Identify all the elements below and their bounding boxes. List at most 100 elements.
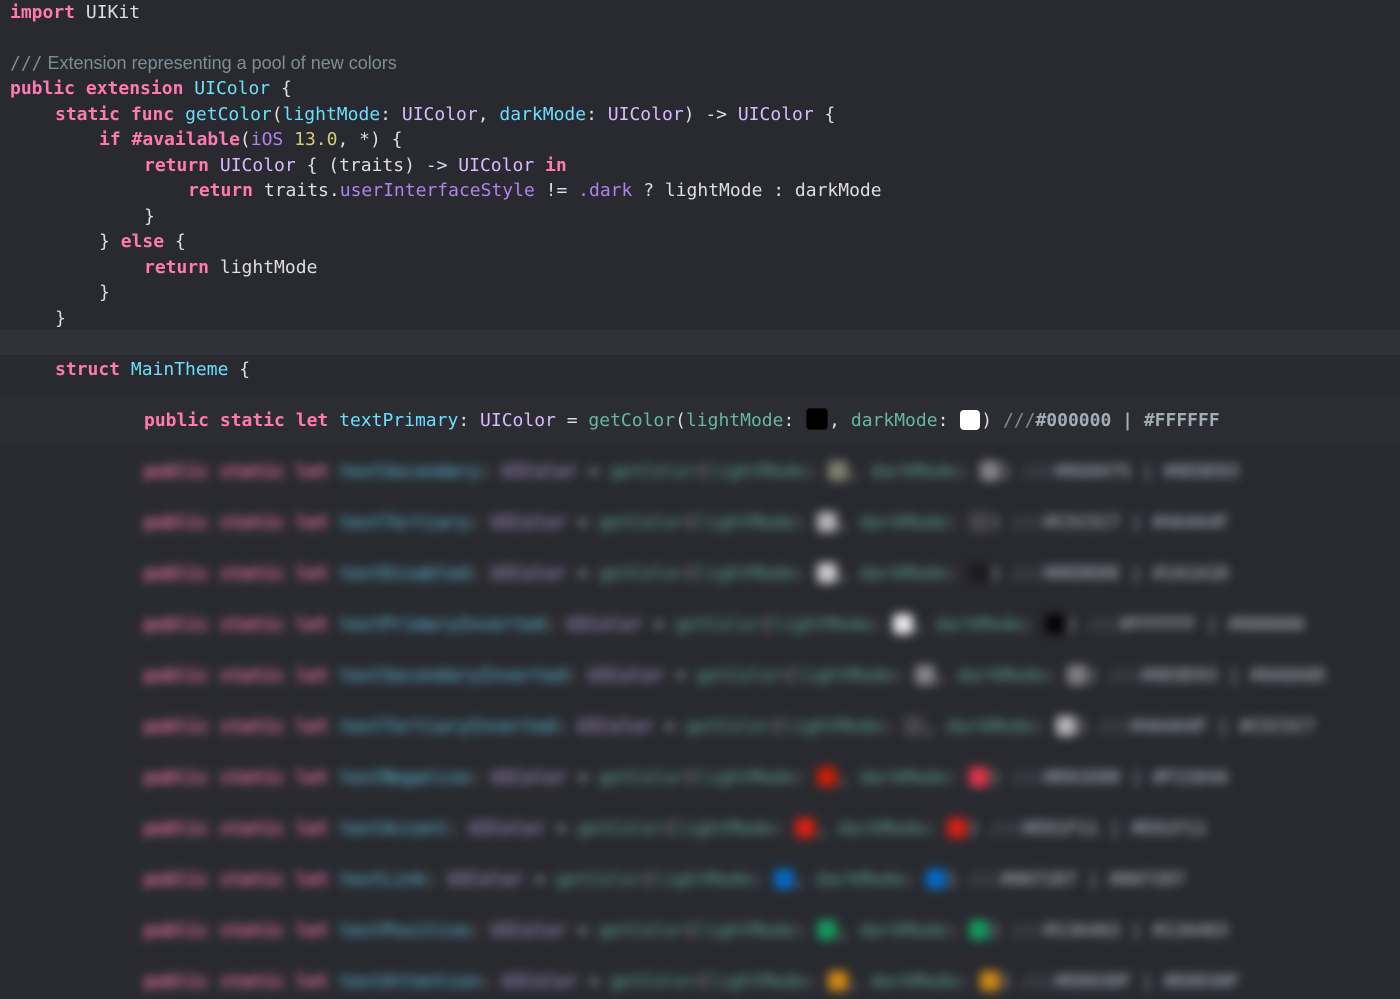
color-literal-swatch-light bbox=[827, 971, 848, 991]
code-line-else[interactable]: } else { bbox=[99, 229, 1400, 255]
color-literal-swatch-light[interactable] bbox=[806, 408, 829, 430]
keyword-static: static bbox=[219, 818, 285, 839]
code-line-return-ternary[interactable]: return traits.userInterfaceStyle != .dar… bbox=[188, 178, 1400, 204]
code-line-textTertiaryInverted: public static let textTertiaryInverted: … bbox=[144, 716, 1316, 737]
code-line-textSecondaryInverted: public static let textSecondaryInverted:… bbox=[144, 665, 1327, 686]
closure-signature: { (traits) -> bbox=[295, 155, 459, 176]
comment-light-hex: #0072D7 bbox=[1000, 869, 1077, 890]
param-type: UIColor bbox=[401, 104, 478, 125]
color-literal-swatch-light bbox=[817, 563, 837, 583]
comment-marker: /// bbox=[1011, 767, 1045, 788]
code-line-return-light[interactable]: return lightMode bbox=[144, 255, 1400, 281]
color-literal-swatch-light bbox=[914, 665, 935, 685]
keyword-let: let bbox=[295, 563, 329, 584]
color-literal-swatch-light bbox=[773, 869, 794, 889]
argument-label-dark-mode: darkMode bbox=[870, 971, 958, 992]
version-number: 13.0 bbox=[294, 129, 338, 150]
type-name: UIColor bbox=[480, 410, 556, 431]
brace: { bbox=[813, 104, 836, 125]
code-line-import[interactable]: import UIKit bbox=[10, 0, 1400, 26]
type-name: UIColor bbox=[501, 971, 578, 992]
comment-light-hex: #C5C5C7 bbox=[1044, 512, 1121, 533]
property-name: textNegative bbox=[339, 767, 470, 788]
type-name: UIColor bbox=[490, 920, 567, 941]
keyword-static: static bbox=[219, 614, 285, 635]
argument-label-dark-mode: darkMode bbox=[859, 563, 947, 584]
keyword-let: let bbox=[295, 818, 329, 839]
function-call: getColor bbox=[599, 767, 686, 788]
argument-label-dark-mode: darkMode bbox=[816, 869, 904, 890]
type-name: UIColor bbox=[490, 512, 567, 533]
platform-name: iOS bbox=[250, 129, 284, 150]
code-line-if-available[interactable]: if #available(iOS 13.0, *) { bbox=[99, 127, 1400, 153]
comment-light-hex: #E81F11 bbox=[1022, 818, 1099, 839]
code-line-close-brace[interactable]: } bbox=[55, 306, 1400, 332]
keyword-available: #available bbox=[131, 129, 240, 150]
function-call: getColor bbox=[555, 869, 643, 890]
keyword-let: let bbox=[295, 512, 329, 533]
function-call: getColor bbox=[577, 818, 665, 839]
code-line-doc-comment[interactable]: /// Extension representing a pool of new… bbox=[10, 51, 1400, 77]
color-literal-swatch-light bbox=[817, 512, 837, 532]
comment-light-hex: #E0930F bbox=[1055, 971, 1131, 992]
color-literal-swatch-dark bbox=[1066, 665, 1087, 685]
comment-marker: /// bbox=[1011, 920, 1045, 941]
code-line-textAccent: public static let textAccent: UIColor = … bbox=[144, 818, 1207, 839]
code-editor[interactable]: import UIKit /// Extension representing … bbox=[0, 0, 1400, 999]
keyword-static: static bbox=[219, 665, 285, 686]
comment-dark-hex: #E81F11 bbox=[1130, 818, 1207, 839]
code-line-return-closure[interactable]: return UIColor { (traits) -> UIColor in bbox=[144, 153, 1400, 179]
property-name: userInterfaceStyle bbox=[339, 180, 535, 201]
code-line-extension[interactable]: public extension UIColor { bbox=[10, 76, 1400, 102]
comment-light-hex: #8A8A75 bbox=[1055, 461, 1131, 482]
color-literal-swatch-dark[interactable] bbox=[960, 410, 981, 430]
code-line-text-primary[interactable]: public static let textPrimary: UIColor =… bbox=[144, 408, 1400, 434]
comment-marker: /// bbox=[968, 869, 1001, 890]
function-call: getColor bbox=[599, 563, 686, 584]
current-line-highlight bbox=[0, 330, 1400, 355]
comment-dark-hex: #1A1A1D bbox=[1152, 563, 1229, 584]
comment-marker: /// bbox=[1098, 716, 1131, 737]
argument-label-dark-mode: darkMode bbox=[935, 614, 1023, 635]
color-literal-swatch-dark bbox=[969, 563, 990, 583]
comment-dark-hex: #4A4A4F bbox=[1152, 512, 1229, 533]
comment-light-hex: #4A4A4F bbox=[1130, 716, 1207, 737]
code-line-close-brace[interactable]: } bbox=[99, 280, 1400, 306]
type-name: UIColor bbox=[458, 155, 535, 176]
type-name: UIColor bbox=[490, 767, 567, 788]
comment-separator: | bbox=[1120, 767, 1153, 788]
color-literal-swatch-dark bbox=[969, 512, 990, 532]
comment-separator: | bbox=[1120, 512, 1153, 533]
code-line-func-signature[interactable]: static func getColor(lightMode: UIColor,… bbox=[55, 102, 1400, 128]
function-name: getColor bbox=[185, 104, 272, 125]
code-line-struct[interactable]: struct MainTheme { bbox=[55, 357, 1400, 383]
type-name: UIColor bbox=[566, 614, 643, 635]
comment-separator: | bbox=[1196, 614, 1229, 635]
color-literal-swatch-dark bbox=[1044, 614, 1065, 634]
code-line-textSecondary: public static let textSecondary: UIColor… bbox=[144, 461, 1240, 482]
comment-separator: | bbox=[1098, 818, 1131, 839]
operator: != bbox=[534, 180, 579, 201]
keyword-else: else bbox=[120, 231, 165, 252]
keyword-public: public bbox=[144, 410, 210, 431]
comment-separator: | bbox=[1206, 716, 1240, 737]
code-line-close-brace[interactable]: } bbox=[144, 204, 1400, 230]
code-line-textPositive: public static let textPositive: UIColor … bbox=[144, 920, 1229, 941]
color-literal-swatch-light bbox=[817, 767, 837, 787]
property-name: textAttention bbox=[339, 971, 480, 992]
color-literal-swatch-dark bbox=[969, 920, 990, 940]
argument-label-dark-mode: darkMode bbox=[859, 767, 947, 788]
keyword-public: public bbox=[144, 461, 210, 482]
keyword-if: if bbox=[99, 129, 121, 150]
doc-comment-marker: /// bbox=[10, 53, 43, 74]
keyword-public: public bbox=[144, 614, 210, 635]
comment-marker: /// bbox=[1022, 461, 1056, 482]
keyword-static: static bbox=[219, 410, 285, 431]
keyword-static: static bbox=[219, 971, 285, 992]
color-literal-swatch-dark bbox=[969, 767, 990, 787]
function-call: getColor bbox=[610, 971, 697, 992]
param-type: UIColor bbox=[607, 104, 684, 125]
keyword-static: static bbox=[219, 461, 285, 482]
comment-dark-hex: #C5C5C7 bbox=[1239, 716, 1316, 737]
keyword-let: let bbox=[295, 716, 329, 737]
